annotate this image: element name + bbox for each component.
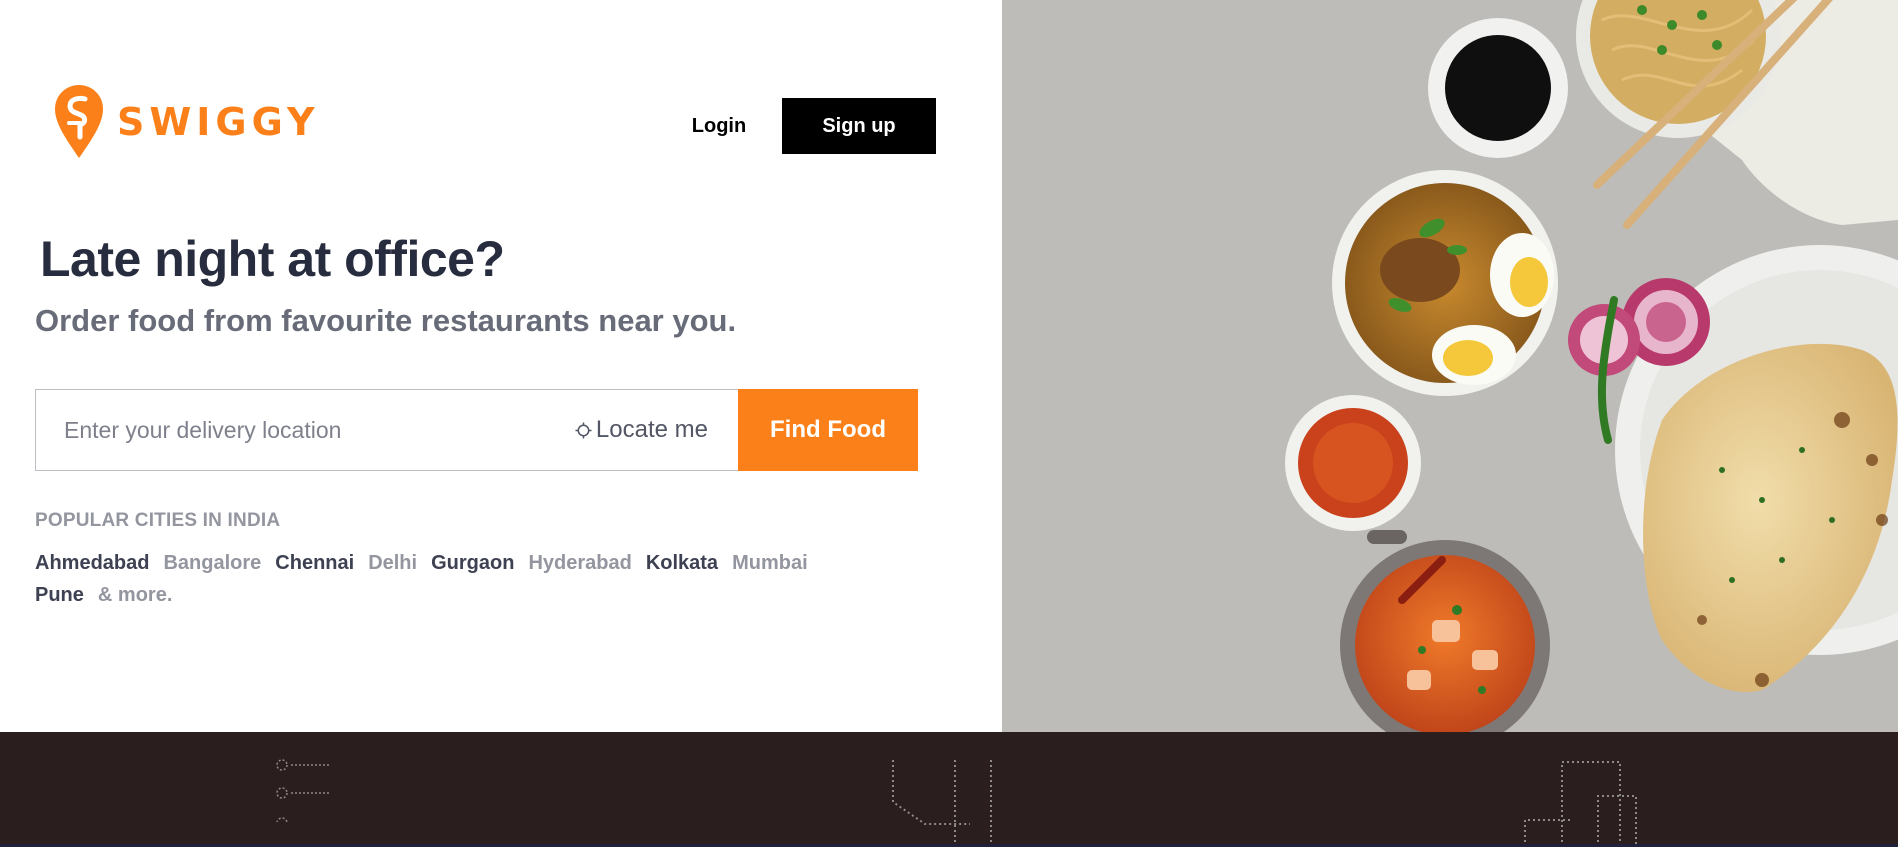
delivery-route-outline-icon	[892, 760, 992, 847]
city-link-bangalore[interactable]: Bangalore	[163, 553, 261, 573]
hero-subheadline: Order food from favourite restaurants ne…	[35, 303, 737, 338]
list-outline-icon	[276, 759, 330, 822]
city-link-chennai[interactable]: Chennai	[275, 553, 354, 573]
city-link-hyderabad[interactable]: Hyderabad	[528, 553, 631, 573]
locate-me-button[interactable]: Locate me	[575, 390, 708, 470]
popular-cities-list: Ahmedabad Bangalore Chennai Delhi Gurgao…	[35, 553, 855, 605]
food-illustration	[1002, 0, 1898, 732]
swiggy-logo-icon	[55, 85, 103, 158]
city-link-pune[interactable]: Pune	[35, 585, 84, 605]
city-link-delhi[interactable]: Delhi	[368, 553, 417, 573]
building-outline-icon	[1524, 761, 1637, 847]
footer-band	[0, 732, 1898, 847]
login-button[interactable]: Login	[678, 98, 760, 154]
find-food-button[interactable]: Find Food	[738, 389, 918, 471]
signup-button[interactable]: Sign up	[782, 98, 936, 154]
city-link-ahmedabad[interactable]: Ahmedabad	[35, 553, 149, 573]
brand-logo[interactable]: SWIGGY	[55, 85, 319, 159]
food-hero-image	[1002, 0, 1898, 732]
city-link-mumbai[interactable]: Mumbai	[732, 553, 808, 573]
hero-headline: Late night at office?	[40, 231, 505, 287]
location-input-wrapper: Locate me	[35, 389, 738, 471]
locate-me-label: Locate me	[595, 416, 708, 443]
landing-page: SWIGGY Login Sign up Late night at offic…	[0, 0, 1898, 847]
delivery-location-input[interactable]	[36, 390, 556, 470]
crosshair-icon	[575, 421, 592, 439]
city-link-gurgaon[interactable]: Gurgaon	[431, 553, 514, 573]
more-cities-link[interactable]: & more.	[98, 585, 172, 605]
city-link-kolkata[interactable]: Kolkata	[646, 553, 718, 573]
hero-panel: SWIGGY Login Sign up Late night at offic…	[0, 0, 1002, 732]
brand-name: SWIGGY	[117, 100, 320, 144]
location-search: Locate me Find Food	[35, 389, 918, 471]
popular-cities-title: POPULAR CITIES IN INDIA	[35, 510, 281, 531]
